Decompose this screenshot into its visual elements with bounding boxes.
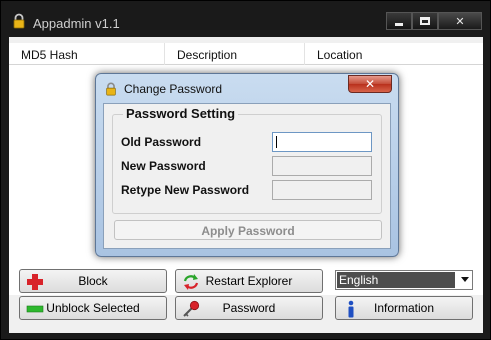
new-password-field[interactable] xyxy=(272,156,372,176)
change-password-dialog: Change Password ✕ Password Setting Old P… xyxy=(95,73,399,257)
maximize-button[interactable] xyxy=(412,12,438,30)
unblock-selected-button[interactable]: Unblock Selected xyxy=(19,296,167,320)
dialog-close-button[interactable]: ✕ xyxy=(348,75,392,93)
padlock-icon xyxy=(106,82,116,96)
minimize-icon xyxy=(395,22,403,26)
block-button[interactable]: Block xyxy=(19,269,167,293)
language-selected-value: English xyxy=(337,272,455,288)
app-window: Appadmin v1.1 ✕ MD5 Hash Description Loc… xyxy=(0,0,491,340)
column-description[interactable]: Description xyxy=(165,43,305,65)
retype-password-field[interactable] xyxy=(272,180,372,200)
list-header: MD5 Hash Description Location xyxy=(9,43,483,65)
refresh-arrows-icon xyxy=(183,274,199,290)
info-icon xyxy=(348,300,354,318)
red-plus-icon xyxy=(27,274,43,290)
caption-buttons: ✕ xyxy=(386,12,482,30)
dialog-client-area: Password Setting Old Password New Passwo… xyxy=(103,103,391,249)
minimize-button[interactable] xyxy=(386,12,412,30)
text-caret xyxy=(276,136,277,148)
apply-password-button[interactable]: Apply Password xyxy=(114,220,382,240)
maximize-icon xyxy=(420,17,430,25)
close-button[interactable]: ✕ xyxy=(438,12,482,30)
retype-password-label: Retype New Password xyxy=(121,183,250,197)
old-password-field[interactable] xyxy=(272,132,372,152)
information-button[interactable]: Information xyxy=(335,296,473,320)
old-password-label: Old Password xyxy=(121,135,202,149)
padlock-icon xyxy=(13,13,25,29)
window-title: Appadmin v1.1 xyxy=(33,16,120,31)
restart-explorer-button[interactable]: Restart Explorer xyxy=(175,269,323,293)
group-label: Password Setting xyxy=(123,106,239,121)
new-password-label: New Password xyxy=(121,159,206,173)
dialog-title: Change Password xyxy=(124,82,223,96)
green-minus-icon xyxy=(26,305,44,313)
password-button[interactable]: Password xyxy=(175,296,323,320)
column-location[interactable]: Location xyxy=(305,43,483,65)
title-bar[interactable]: Appadmin v1.1 ✕ xyxy=(1,1,490,37)
close-icon: ✕ xyxy=(364,77,376,91)
key-icon xyxy=(183,300,200,317)
language-select[interactable]: English xyxy=(335,270,473,290)
column-md5-hash[interactable]: MD5 Hash xyxy=(9,43,165,65)
dropdown-arrow-icon[interactable] xyxy=(461,277,469,282)
close-icon: ✕ xyxy=(455,15,465,28)
